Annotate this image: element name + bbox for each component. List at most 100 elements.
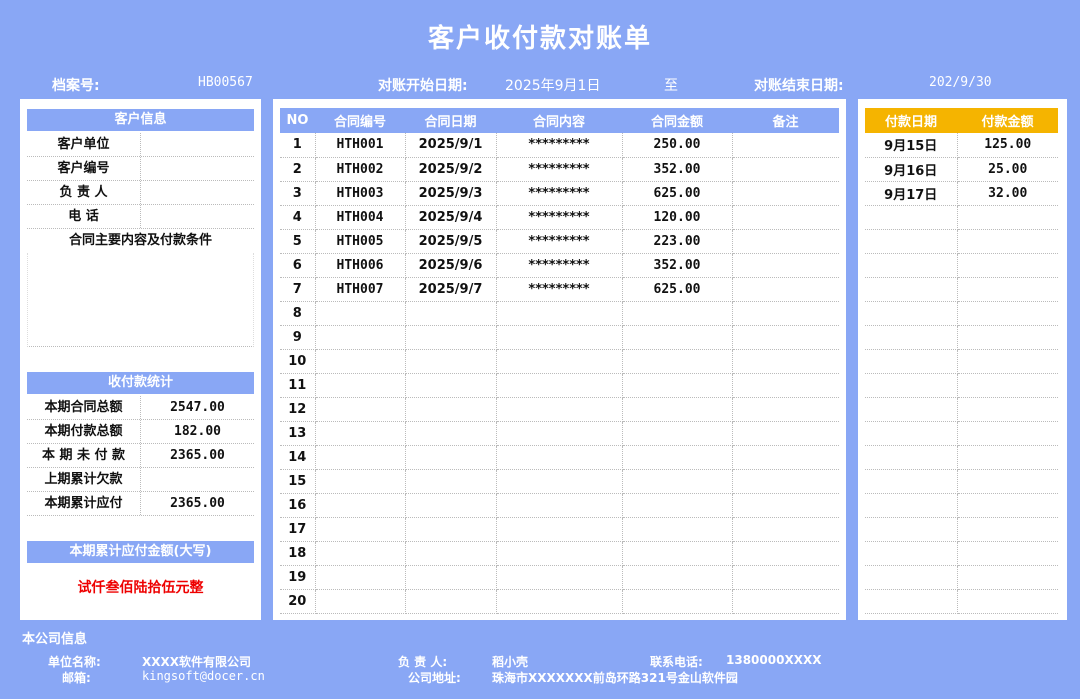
contract-cell[interactable] (315, 541, 406, 566)
payment-cell[interactable] (957, 445, 1058, 470)
contract-cell[interactable]: ********* (496, 157, 623, 182)
contract-cell[interactable] (315, 589, 406, 614)
payment-cell[interactable] (957, 421, 1058, 446)
contract-cell[interactable]: ********* (496, 277, 623, 302)
contract-cell[interactable] (496, 469, 623, 494)
payment-cell[interactable] (957, 373, 1058, 398)
payment-cell[interactable] (957, 253, 1058, 278)
contract-cell[interactable] (496, 445, 623, 470)
contract-cell[interactable] (732, 373, 839, 398)
contract-cell[interactable] (622, 301, 733, 326)
contract-cell[interactable]: 2025/9/1 (405, 133, 497, 158)
payment-cell[interactable] (865, 469, 958, 494)
contract-cell[interactable] (732, 157, 839, 182)
contract-cell[interactable] (622, 469, 733, 494)
contract-cell[interactable] (732, 133, 839, 158)
contract-cell[interactable] (622, 565, 733, 590)
contract-cell[interactable] (732, 253, 839, 278)
contract-cell[interactable] (732, 589, 839, 614)
contract-cell[interactable] (496, 565, 623, 590)
payment-cell[interactable] (865, 325, 958, 350)
contract-cell[interactable]: 2025/9/5 (405, 229, 497, 254)
payment-cell[interactable] (957, 469, 1058, 494)
contract-cell[interactable] (732, 565, 839, 590)
contract-cell[interactable]: HTH005 (315, 229, 406, 254)
contract-cell[interactable] (496, 325, 623, 350)
contract-cell[interactable] (405, 301, 497, 326)
contract-cell[interactable] (405, 517, 497, 542)
contract-cell[interactable] (315, 517, 406, 542)
contract-cell[interactable] (622, 373, 733, 398)
contract-cell[interactable]: ********* (496, 205, 623, 230)
contract-cell[interactable]: HTH002 (315, 157, 406, 182)
contract-cell[interactable]: HTH003 (315, 181, 406, 206)
payment-cell[interactable] (865, 373, 958, 398)
payment-cell[interactable] (957, 277, 1058, 302)
contract-cell[interactable] (732, 205, 839, 230)
contract-cell[interactable] (732, 181, 839, 206)
contract-cell[interactable]: 352.00 (622, 157, 733, 182)
contract-cell[interactable] (315, 493, 406, 518)
contract-cell[interactable] (622, 493, 733, 518)
contract-cell[interactable] (496, 493, 623, 518)
contract-cell[interactable] (405, 445, 497, 470)
payment-cell[interactable] (957, 397, 1058, 422)
contract-cell[interactable] (732, 517, 839, 542)
contract-cell[interactable]: 2025/9/2 (405, 157, 497, 182)
contract-cell[interactable]: 250.00 (622, 133, 733, 158)
contract-cell[interactable]: 625.00 (622, 181, 733, 206)
contract-cell[interactable] (315, 445, 406, 470)
contract-cell[interactable] (732, 325, 839, 350)
contract-cell[interactable] (496, 589, 623, 614)
payment-cell[interactable] (957, 565, 1058, 590)
payment-cell[interactable] (865, 421, 958, 446)
contract-cell[interactable]: 2025/9/6 (405, 253, 497, 278)
payment-cell[interactable]: 125.00 (957, 133, 1058, 158)
payment-cell[interactable] (865, 589, 958, 614)
contract-cell[interactable] (315, 373, 406, 398)
payment-cell[interactable] (957, 205, 1058, 230)
contract-cell[interactable] (315, 565, 406, 590)
payment-cell[interactable]: 9月16日 (865, 157, 958, 182)
payment-cell[interactable] (865, 253, 958, 278)
contract-cell[interactable] (732, 541, 839, 566)
contract-cell[interactable]: 2025/9/3 (405, 181, 497, 206)
contract-cell[interactable] (622, 325, 733, 350)
payment-cell[interactable] (865, 277, 958, 302)
payment-cell[interactable]: 32.00 (957, 181, 1058, 206)
contract-cell[interactable]: 625.00 (622, 277, 733, 302)
payment-cell[interactable] (957, 541, 1058, 566)
payment-cell[interactable] (865, 445, 958, 470)
contract-cell[interactable] (405, 373, 497, 398)
contract-cell[interactable] (315, 325, 406, 350)
contract-cell[interactable] (496, 517, 623, 542)
contract-cell[interactable]: ********* (496, 181, 623, 206)
contract-cell[interactable]: 120.00 (622, 205, 733, 230)
contract-cell[interactable]: ********* (496, 253, 623, 278)
payment-cell[interactable] (957, 349, 1058, 374)
contract-cell[interactable]: ********* (496, 229, 623, 254)
payment-cell[interactable] (865, 565, 958, 590)
contract-cell[interactable] (315, 301, 406, 326)
payment-cell[interactable] (865, 517, 958, 542)
contract-cell[interactable] (405, 589, 497, 614)
contract-cell[interactable] (732, 421, 839, 446)
contract-cell[interactable] (732, 301, 839, 326)
contract-cell[interactable]: ********* (496, 133, 623, 158)
contract-cell[interactable] (622, 589, 733, 614)
contract-cell[interactable]: 352.00 (622, 253, 733, 278)
contract-cell[interactable] (496, 349, 623, 374)
contract-cell[interactable] (732, 469, 839, 494)
contract-cell[interactable] (315, 469, 406, 494)
contract-cell[interactable] (622, 397, 733, 422)
contract-cell[interactable]: HTH004 (315, 205, 406, 230)
contract-cell[interactable] (405, 541, 497, 566)
contract-cell[interactable] (496, 373, 623, 398)
payment-cell[interactable] (865, 205, 958, 230)
contract-cell[interactable]: HTH006 (315, 253, 406, 278)
payment-cell[interactable] (865, 229, 958, 254)
contract-cell[interactable] (405, 469, 497, 494)
contract-cell[interactable] (315, 421, 406, 446)
payment-cell[interactable] (957, 589, 1058, 614)
payment-cell[interactable] (865, 541, 958, 566)
